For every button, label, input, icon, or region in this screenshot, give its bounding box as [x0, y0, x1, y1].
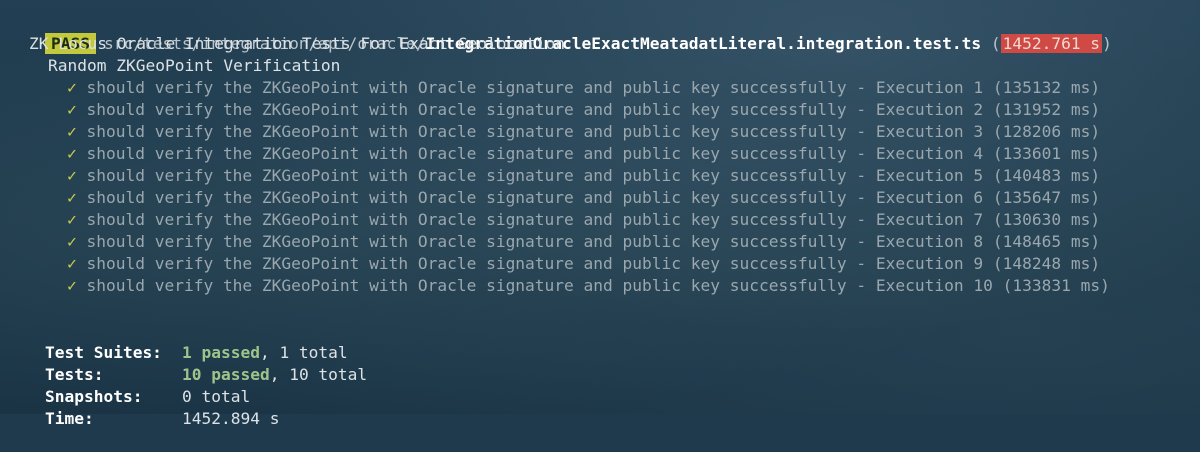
check-icon: ✓: [67, 144, 77, 163]
test-case-name: should verify the ZKGeoPoint with Oracle…: [86, 144, 984, 163]
test-case-row: ✓ should verify the ZKGeoPoint with Orac…: [67, 143, 1100, 165]
test-case-name: should verify the ZKGeoPoint with Oracle…: [86, 210, 984, 229]
test-case-row: ✓ should verify the ZKGeoPoint with Orac…: [67, 77, 1100, 99]
test-case-duration: (133601 ms): [992, 144, 1101, 163]
test-case-name: should verify the ZKGeoPoint with Oracle…: [86, 78, 984, 97]
check-icon: ✓: [67, 78, 77, 97]
test-case-duration: (148465 ms): [992, 232, 1101, 251]
test-case-row: ✓ should verify the ZKGeoPoint with Orac…: [67, 275, 1110, 297]
test-case-duration: (128206 ms): [992, 122, 1101, 141]
test-case-name: should verify the ZKGeoPoint with Oracle…: [86, 122, 984, 141]
summary-time-value: 1452.894 s: [181, 409, 280, 428]
test-case-name: should verify the ZKGeoPoint with Oracle…: [86, 232, 984, 251]
check-icon: ✓: [67, 100, 77, 119]
terminal-output: PASS src/tests/integration/api/oracle/Int…: [0, 0, 1200, 428]
test-result-header: PASS src/tests/integration/api/oracle/Int…: [6, 11, 1112, 54]
test-file-duration: 1452.761 s: [1000, 34, 1103, 53]
summary-snapshots: Snapshots: 0 total: [6, 364, 250, 406]
open-paren: (: [981, 34, 1001, 53]
check-icon: ✓: [67, 276, 77, 295]
suite-group: Random ZKGeoPoint Verification: [48, 56, 341, 75]
test-case-duration: (130630 ms): [992, 210, 1101, 229]
test-case-duration: (133831 ms): [1002, 276, 1110, 295]
test-case-row: ✓ should verify the ZKGeoPoint with Orac…: [67, 253, 1100, 275]
summary-time: Time: 1452.894 s: [6, 386, 279, 428]
test-case-name: should verify the ZKGeoPoint with Oracle…: [86, 100, 984, 119]
summary-test-suites: Test Suites: 1 passed, 1 total: [6, 320, 348, 362]
check-icon: ✓: [67, 232, 77, 251]
check-icon: ✓: [67, 210, 77, 229]
test-case-duration: (140483 ms): [992, 166, 1101, 185]
suite-title: ZK Locus Oracle Integration Tests For Ex…: [29, 34, 566, 53]
test-case-name: should verify the ZKGeoPoint with Oracle…: [86, 188, 984, 207]
test-case-row: ✓ should verify the ZKGeoPoint with Orac…: [67, 231, 1100, 253]
test-case-name: should verify the ZKGeoPoint with Oracle…: [86, 254, 984, 273]
test-case-name: should verify the ZKGeoPoint with Oracle…: [86, 166, 984, 185]
test-case-name: should verify the ZKGeoPoint with Oracle…: [86, 276, 993, 295]
test-case-duration: (135132 ms): [992, 78, 1101, 97]
test-case-row: ✓ should verify the ZKGeoPoint with Orac…: [67, 165, 1100, 187]
test-case-duration: (131952 ms): [992, 100, 1101, 119]
test-case-row: ✓ should verify the ZKGeoPoint with Orac…: [67, 209, 1100, 231]
test-case-row: ✓ should verify the ZKGeoPoint with Orac…: [67, 187, 1100, 209]
check-icon: ✓: [67, 166, 77, 185]
check-icon: ✓: [67, 254, 77, 273]
test-case-row: ✓ should verify the ZKGeoPoint with Orac…: [67, 121, 1100, 143]
close-paren: ): [1102, 34, 1112, 53]
test-case-row: ✓ should verify the ZKGeoPoint with Orac…: [67, 99, 1100, 121]
summary-tests-total: , 10 total: [269, 365, 368, 384]
test-case-duration: (135647 ms): [992, 188, 1101, 207]
summary-tests: Tests: 10 passed, 10 total: [6, 342, 367, 384]
test-case-duration: (148248 ms): [992, 254, 1101, 273]
check-icon: ✓: [67, 188, 77, 207]
summary-time-label: Time:: [44, 409, 94, 428]
check-icon: ✓: [67, 122, 77, 141]
